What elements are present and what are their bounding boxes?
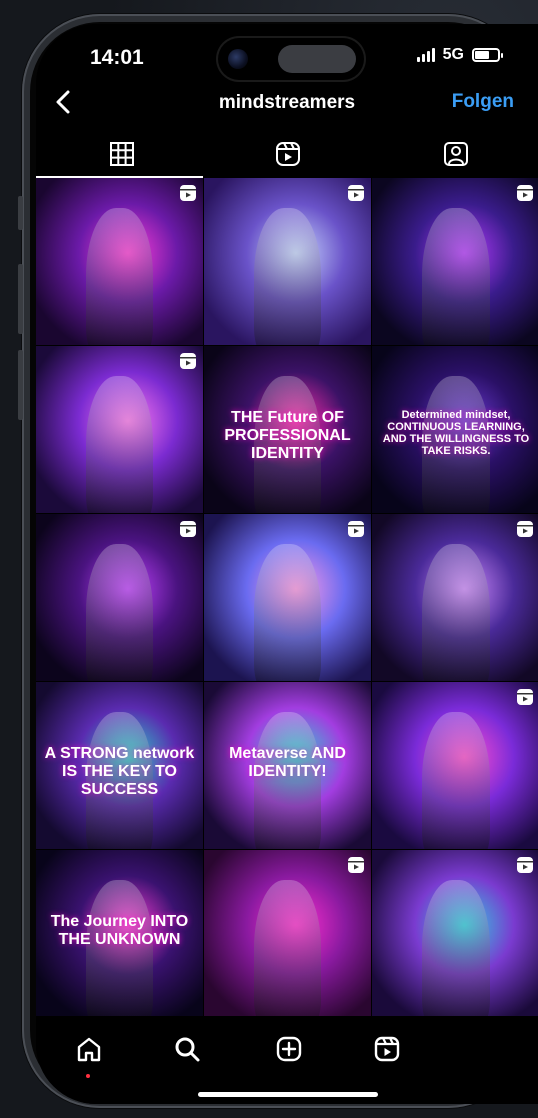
post-thumbnail[interactable] [372, 514, 538, 681]
post-thumbnail[interactable] [36, 514, 203, 681]
post-figure [86, 208, 153, 345]
post-figure [254, 544, 321, 681]
post-thumbnail[interactable] [204, 178, 371, 345]
post-thumbnail[interactable] [204, 514, 371, 681]
post-thumbnail[interactable]: THE Future OF PROFESSIONAL IDENTITY [204, 346, 371, 513]
status-indicators: 5G [416, 46, 503, 64]
battery-icon [472, 48, 503, 62]
camera-icon [228, 49, 248, 69]
reel-badge-icon [517, 521, 533, 537]
reel-badge-icon [348, 521, 364, 537]
follow-button[interactable]: Folgen [452, 91, 514, 113]
post-caption: THE Future OF PROFESSIONAL IDENTITY [224, 409, 351, 463]
post-thumbnail[interactable]: Determined mindset, CONTINUOUS LEARNING,… [372, 346, 538, 513]
create-icon[interactable] [274, 1034, 304, 1064]
post-figure [86, 376, 153, 513]
post-thumbnail[interactable] [36, 346, 203, 513]
post-thumbnail[interactable] [372, 850, 538, 1017]
reel-badge-icon [180, 353, 196, 369]
reel-badge-icon [517, 185, 533, 201]
post-figure [254, 208, 321, 345]
post-caption: Determined mindset, CONTINUOUS LEARNING,… [382, 409, 530, 458]
post-thumbnail[interactable] [204, 850, 371, 1017]
tab-grid[interactable] [106, 138, 138, 170]
post-figure [422, 208, 490, 345]
network-label: 5G [442, 46, 464, 63]
reels-icon[interactable] [372, 1034, 402, 1064]
post-figure [86, 544, 153, 681]
reel-badge-icon [180, 185, 196, 201]
volume-button [18, 196, 23, 230]
reel-badge-icon [348, 857, 364, 873]
post-thumbnail[interactable] [36, 178, 203, 345]
volume-up-button [18, 264, 23, 334]
home-indicator[interactable] [198, 1092, 378, 1097]
status-time: 14:01 [90, 46, 144, 69]
profile-tabs [36, 130, 538, 178]
post-thumbnail[interactable]: The Journey INTO THE UNKNOWN [36, 850, 203, 1017]
post-thumbnail[interactable] [372, 682, 538, 849]
reel-badge-icon [517, 857, 533, 873]
reel-badge-icon [348, 185, 364, 201]
tab-tagged[interactable] [440, 138, 472, 170]
volume-down-button [18, 350, 23, 420]
post-figure [422, 712, 490, 849]
post-thumbnail[interactable]: Metaverse AND IDENTITY! [204, 682, 371, 849]
post-figure [254, 880, 321, 1017]
post-caption: Metaverse AND IDENTITY! [229, 745, 346, 781]
tab-reels[interactable] [272, 138, 304, 170]
post-figure [422, 544, 490, 681]
reel-badge-icon [180, 521, 196, 537]
post-figure [422, 880, 490, 1017]
island-pill [278, 45, 356, 73]
post-caption: A STRONG network IS THE KEY TO SUCCESS [44, 745, 195, 799]
screen: 14:01 5G mindstreamers Folgen THE Future… [36, 24, 538, 1104]
post-grid: THE Future OF PROFESSIONAL IDENTITY Deter… [36, 178, 538, 1017]
home-icon[interactable] [74, 1034, 104, 1064]
reel-badge-icon [517, 689, 533, 705]
post-caption: The Journey INTO THE UNKNOWN [50, 913, 189, 949]
post-thumbnail[interactable]: A STRONG network IS THE KEY TO SUCCESS [36, 682, 203, 849]
dynamic-island [218, 38, 364, 80]
post-thumbnail[interactable] [372, 178, 538, 345]
signal-icon [416, 48, 435, 62]
search-icon[interactable] [172, 1034, 202, 1064]
bottom-nav [36, 1016, 538, 1104]
notification-dot [86, 1074, 90, 1078]
